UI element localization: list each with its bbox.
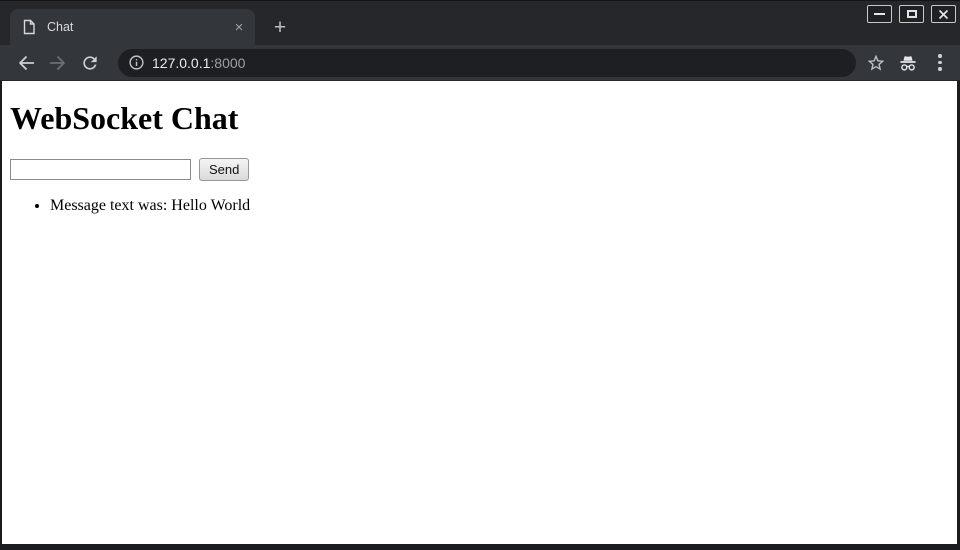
send-button[interactable]: Send <box>199 158 249 181</box>
url-host: 127.0.0.1 <box>152 55 210 71</box>
window-controls <box>867 5 956 23</box>
tab-strip: Chat × + <box>0 1 960 45</box>
page-title: WebSocket Chat <box>10 100 949 137</box>
browser-window: Chat × + <box>0 0 960 550</box>
chat-form: Send <box>10 158 949 181</box>
message-item: Message text was: Hello World <box>50 197 949 215</box>
incognito-indicator <box>896 51 920 75</box>
close-x-icon <box>938 9 949 20</box>
incognito-hat-glasses-icon <box>897 52 919 74</box>
new-tab-button[interactable]: + <box>265 13 295 41</box>
back-arrow-icon <box>15 52 37 74</box>
maximize-icon <box>907 10 917 18</box>
reload-icon <box>80 53 100 73</box>
tab-title: Chat <box>47 20 229 34</box>
close-button[interactable] <box>931 5 956 23</box>
three-dot-menu-icon <box>938 54 942 71</box>
tab-close-icon[interactable]: × <box>229 17 249 37</box>
reload-button[interactable] <box>78 51 102 75</box>
maximize-button[interactable] <box>899 5 924 23</box>
address-bar[interactable]: 127.0.0.1:8000 <box>118 49 856 77</box>
menu-button[interactable] <box>928 51 952 75</box>
bookmark-button[interactable] <box>864 51 888 75</box>
star-outline-icon <box>866 53 886 73</box>
info-circle-icon[interactable] <box>128 54 145 71</box>
document-page-icon <box>21 19 37 35</box>
browser-toolbar: 127.0.0.1:8000 <box>0 45 960 81</box>
tab-chat[interactable]: Chat × <box>10 9 255 45</box>
forward-arrow-icon <box>47 52 69 74</box>
page-content: WebSocket Chat Send Message text was: He… <box>0 81 960 550</box>
forward-button[interactable] <box>46 51 70 75</box>
back-button[interactable] <box>14 51 38 75</box>
message-input[interactable] <box>10 159 191 180</box>
message-list: Message text was: Hello World <box>10 197 949 215</box>
minimize-button[interactable] <box>867 5 892 23</box>
minimize-icon <box>874 13 885 15</box>
url-text: 127.0.0.1:8000 <box>152 55 245 71</box>
url-port: :8000 <box>210 55 245 71</box>
